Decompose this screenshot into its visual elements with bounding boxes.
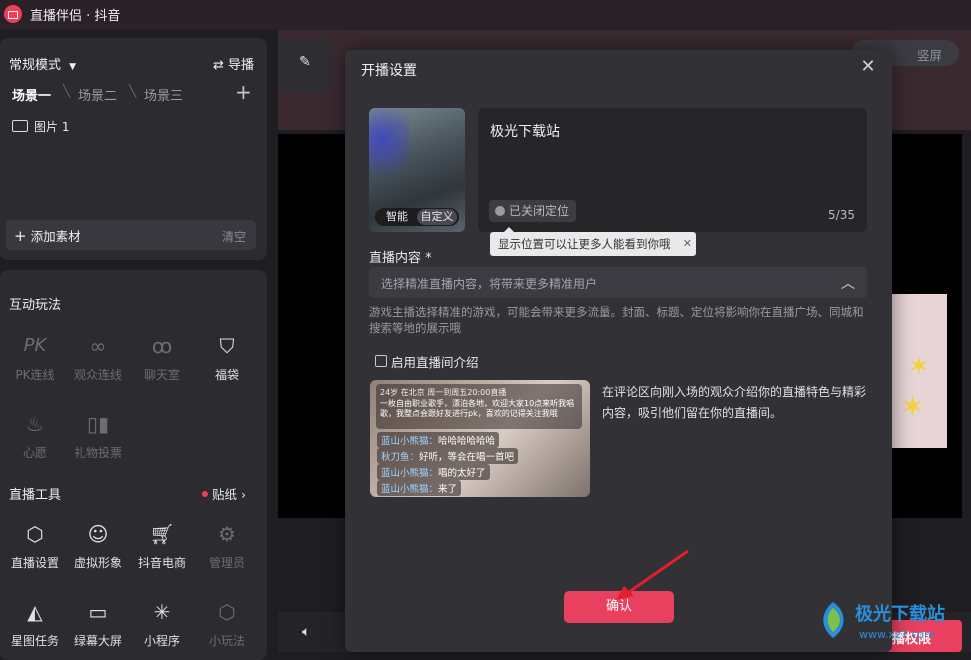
sticker-link[interactable]: 贴纸 › [202,484,246,503]
watermark-url: www.xz7.com [859,628,935,641]
tab-scene-2[interactable]: 场景二 [78,85,117,104]
star-task-icon: ◭ [27,600,43,624]
green-screen-tool[interactable]: ▭ 绿幕大屏 [68,598,128,649]
wish-tool[interactable]: ♨ 心愿 [5,410,65,461]
wish-icon: ♨ [26,412,44,436]
chatroom-icon: ꝏ [151,334,173,358]
cover-mode-tabs: 智能 自定义 [375,208,459,226]
live-title-text: 极光下载站 [490,124,560,140]
caret-down-icon: ▼ [69,62,77,72]
swap-icon: ⇄ [213,58,224,73]
divider-icon: ╲ [129,84,137,98]
dialog-title: 开播设置 [361,63,417,79]
screen-icon: ▭ [88,600,108,624]
source-item[interactable]: 图片 1 [12,118,69,135]
live-tools-title: 直播工具 [9,488,62,503]
add-scene-icon[interactable]: + [235,80,252,104]
mini-game-icon: ⬡ [218,600,236,624]
intro-header: 24岁 在北京 周一到周五20:00直播 [380,388,507,397]
chat-line: 蓝山小熊猫：来了 [377,480,462,496]
intro-description: 在评论区向刚入场的观众介绍你的直播特色与精彩内容，吸引他们留在你的直播间。 [602,385,867,420]
tools-panel: 互动玩法 PK PK连线 ∞ 观众连线 ꝏ 聊天室 ⛉ 福袋 ♨ 心愿 ▯▮ 礼物投票 直播… [0,270,267,660]
pk-tool[interactable]: PK PK连线 [5,332,65,383]
content-description: 游戏主播选择精准的游戏，可能会带来更多流量。封面、标题、定位将影响你在直播广场、… [369,305,864,335]
chat-line: 秋刀鱼：好听，等会在唱一首吧 [377,448,519,464]
chatroom-tool[interactable]: ꝏ 聊天室 [132,332,192,383]
content-placeholder: 选择精准直播内容，将带来更多精准用户 [381,277,598,291]
star-task-tool[interactable]: ◭ 星图任务 [5,598,65,649]
location-tooltip: 显示位置可以让更多人能看到你哦 ✕ [490,227,696,256]
title-bar: 直播伴侣 · 抖音 [0,0,971,30]
intro-checkbox[interactable] [375,355,387,367]
location-toggle[interactable]: 已关闭定位 [489,200,577,222]
close-icon[interactable]: ✕ [857,56,879,78]
star-icon: ✶ [900,390,926,425]
portrait-option[interactable]: 竖屏 [917,45,942,64]
close-icon[interactable]: ✕ [683,232,692,256]
intro-card: 24岁 在北京 周一到周五20:00直播 一枚自由职业歌手，漂泊各地，欢迎大家1… [376,384,582,429]
admin-icon: ⚙ [218,522,236,546]
live-settings-tool[interactable]: ⬡ 直播设置 [5,520,65,571]
cart-icon: 🛒︎ [149,522,175,546]
preview-image: ✶ ✶ [890,294,947,448]
app-title: 直播伴侣 · 抖音 [30,9,121,24]
tab-scene-1[interactable]: 场景一 [12,85,51,104]
settings-icon: ⬡ [26,522,44,546]
title-input[interactable]: 极光下载站 已关闭定位 5/35 [478,108,867,232]
pk-icon: PK [23,335,47,356]
virtual-avatar-tool[interactable]: ☺ 虚拟形象 [68,520,128,571]
mini-program-tool[interactable]: ✳ 小程序 [132,598,192,649]
mini-game-tool[interactable]: ⬡ 小玩法 [197,598,257,649]
add-material-button[interactable]: + 添加素材 [14,226,81,245]
intro-bio: 一枚自由职业歌手，漂泊各地，欢迎大家10点来听我唱歌，我整点会跟好友进行pk，喜… [380,399,575,418]
lucky-bag-tool[interactable]: ⛉ 福袋 [197,332,257,383]
star-icon: ✶ [908,352,930,382]
chat-line: 蓝山小熊猫：唱的太好了 [377,464,490,480]
scene-panel: 常规模式 ▼ ⇄ 导播 场景一 ╲ 场景二 ╲ 场景三 + 图片 1 + 添加素… [0,38,267,260]
ecommerce-tool[interactable]: 🛒︎ 抖音电商 [132,520,192,571]
char-counter: 5/35 [828,208,855,222]
chevron-up-icon: ︿ [841,276,855,292]
app-logo-icon [4,5,22,23]
admin-tool[interactable]: ⚙ 管理员 [197,520,257,571]
vote-icon: ▯▮ [86,412,109,436]
divider-icon: ╲ [63,84,71,98]
annotation-arrow-icon [616,549,689,600]
interactive-title: 互动玩法 [9,298,62,313]
edit-icon: ✎ [299,54,311,70]
volume-icon[interactable]: 🔈︎ [302,624,310,640]
intro-preview-image: 24岁 在北京 周一到周五20:00直播 一枚自由职业歌手，漂泊各地，欢迎大家1… [370,380,590,497]
tab-custom[interactable]: 自定义 [417,209,457,225]
avatar-icon: ☺ [87,522,109,546]
content-select[interactable]: 选择精准直播内容，将带来更多精准用户 ︿ [369,267,867,298]
import-button[interactable]: ⇄ 导播 [213,54,254,73]
watermark-logo-icon [823,602,844,638]
audience-link-tool[interactable]: ∞ 观众连线 [68,332,128,383]
add-material-bar: + 添加素材 清空 [6,220,256,250]
watermark: 极光下载站 www.xz7.com [815,598,965,648]
tab-smart[interactable]: 智能 [377,209,417,225]
mode-dropdown[interactable]: 常规模式 ▼ [9,54,76,73]
lucky-bag-icon: ⛉ [219,334,235,358]
plus-icon: + [14,227,27,245]
mode-label: 常规模式 [9,58,62,73]
chat-line: 蓝山小熊猫：哈哈哈哈哈哈 [377,432,500,448]
clear-button[interactable]: 清空 [222,228,246,245]
watermark-text: 极光下载站 [855,604,945,625]
chevron-right-icon: › [240,487,246,502]
intro-checkbox-label[interactable]: 启用直播间介绍 [391,352,479,371]
image-icon [12,120,28,132]
content-label: 直播内容 * [369,251,432,266]
red-dot-icon [202,491,208,497]
cover-image[interactable]: 智能 自定义 [369,108,465,232]
mini-program-icon: ✳ [153,600,171,624]
gift-vote-tool[interactable]: ▯▮ 礼物投票 [68,410,128,461]
edit-title-button[interactable]: ✎ [279,38,333,92]
link-icon: ∞ [89,334,107,358]
tab-scene-3[interactable]: 场景三 [144,85,183,104]
